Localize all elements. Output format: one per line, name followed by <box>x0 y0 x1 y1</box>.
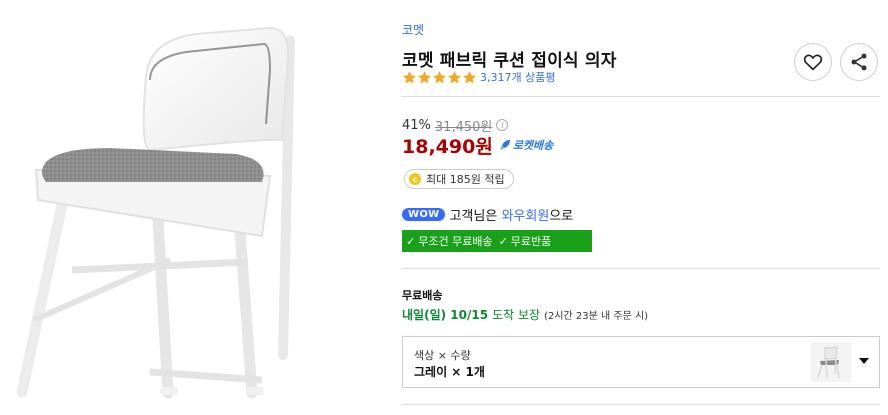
cashback-badge[interactable]: c 최대 185원 적립 <box>404 169 514 189</box>
price-info-icon[interactable]: i <box>496 119 509 131</box>
rocket-icon <box>499 140 510 150</box>
benefit-free-shipping: ✓ 무조건 무료배송 <box>406 233 493 249</box>
product-image <box>0 0 370 415</box>
option-thumbnail <box>811 342 851 382</box>
arrival-date: 내일(일) 10/15 <box>402 308 489 322</box>
chevron-down-icon[interactable] <box>859 358 869 364</box>
rocket-delivery-label: 로켓배송 <box>512 139 554 152</box>
star-rating <box>402 70 477 85</box>
divider <box>402 96 880 97</box>
arrival-guarantee: 도착 보장 <box>492 308 541 322</box>
wow-suffix: 으로 <box>549 208 574 224</box>
cashback-text: 최대 185원 적립 <box>426 173 505 186</box>
wow-benefits-bar: ✓ 무조건 무료배송 ✓ 무료반품 <box>402 230 592 252</box>
wow-member-text: 와우회원 <box>501 208 550 224</box>
benefit-label: 무조건 무료배송 <box>418 235 493 248</box>
star-icon <box>432 70 447 83</box>
brand-link[interactable]: 코멧 <box>402 21 424 38</box>
option-header: 색상 × 수량 <box>414 349 471 362</box>
option-selector[interactable]: 색상 × 수량 그레이 × 1개 <box>402 336 880 388</box>
divider <box>402 268 880 269</box>
check-icon: ✓ <box>498 234 508 248</box>
star-icon <box>402 70 417 83</box>
rating-summary[interactable]: 3,317개 상품평 <box>402 69 555 85</box>
benefit-free-return: ✓ 무료반품 <box>499 233 552 249</box>
sale-price: 18,490원 <box>402 135 493 158</box>
price-row: 18,490원 로켓배송 <box>402 133 553 158</box>
share-icon <box>851 53 867 71</box>
heart-icon <box>803 54 823 71</box>
benefit-label: 무료반품 <box>510 235 552 248</box>
star-icon <box>462 70 477 83</box>
wow-badge: WOW <box>402 207 446 221</box>
check-icon: ✓ <box>406 234 416 248</box>
star-icon <box>447 70 462 83</box>
wow-prefix: 고객님은 <box>449 208 498 224</box>
order-cutoff: (2시간 23분 내 주문 시) <box>544 311 649 322</box>
favorite-button[interactable] <box>794 43 832 81</box>
divider <box>402 404 880 405</box>
chair-thumbnail-icon <box>817 346 840 379</box>
delivery-estimate: 내일(일) 10/15 도착 보장 (2시간 23분 내 주문 시) <box>402 306 648 323</box>
coin-icon: c <box>409 173 421 185</box>
review-count-link[interactable]: 3,317개 상품평 <box>480 69 555 85</box>
share-button[interactable] <box>840 43 878 81</box>
delivery-label: 무료배송 <box>402 289 443 302</box>
product-title: 코멧 패브릭 쿠션 접이식 의자 <box>402 51 617 71</box>
rocket-delivery-badge: 로켓배송 <box>499 137 553 153</box>
folding-chair-illustration <box>16 26 295 399</box>
star-icon <box>417 70 432 83</box>
wow-membership-row: WOW 고객님은 와우회원 으로 <box>402 205 574 224</box>
option-value: 그레이 × 1개 <box>414 365 485 379</box>
product-info: 코멧 코멧 패브릭 쿠션 접이식 의자 3,317개 상품평 41% 31,45… <box>402 0 880 415</box>
discount-rate: 41% <box>402 117 431 133</box>
